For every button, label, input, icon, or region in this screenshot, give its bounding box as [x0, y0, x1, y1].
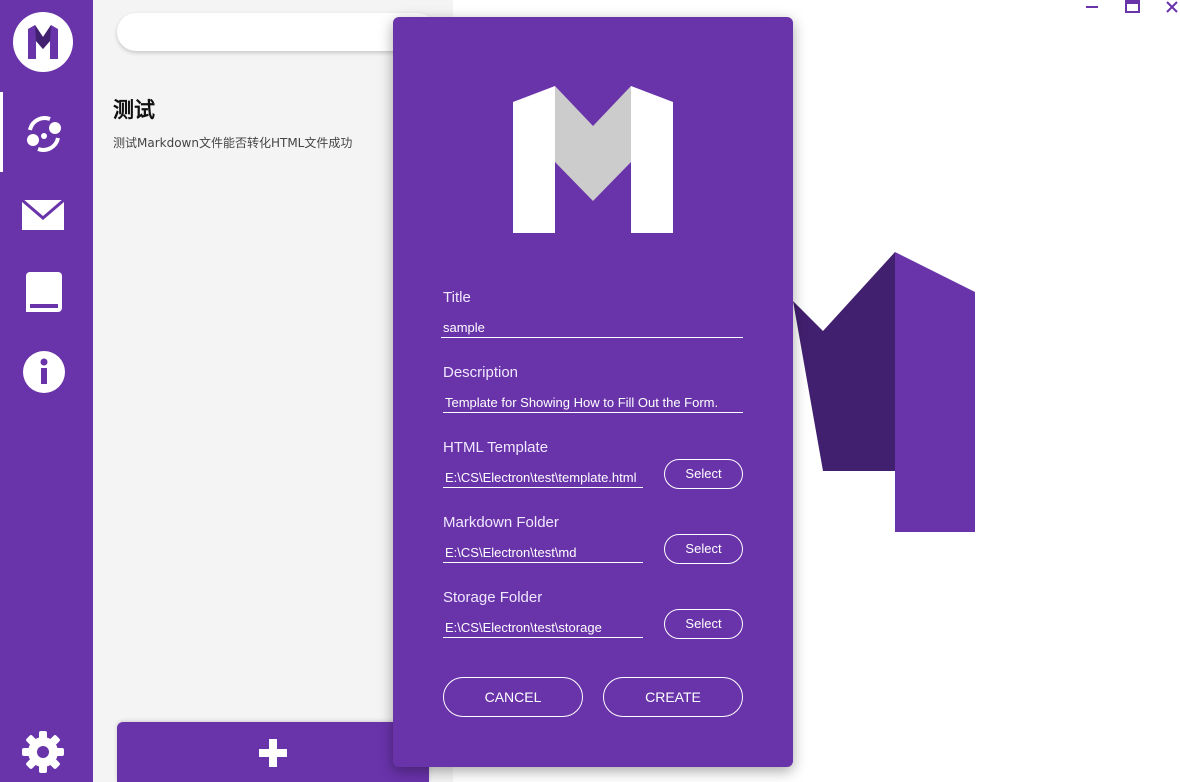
markdown-folder-label: Markdown Folder: [443, 514, 559, 531]
list-item-description: 测试Markdown文件能否转化HTML文件成功: [113, 136, 353, 150]
close-button[interactable]: [1165, 0, 1180, 14]
list-item-title: 测试: [113, 98, 155, 122]
html-template-field[interactable]: E:\CS\Electron\test\template.html: [443, 470, 643, 488]
close-icon: [1166, 1, 1178, 13]
add-button[interactable]: [117, 722, 429, 782]
plus-icon: [259, 739, 287, 767]
mail-icon: [22, 198, 64, 230]
create-project-dialog: Title sample Description Template for Sh…: [393, 17, 793, 767]
sidebar: [0, 0, 93, 782]
nav-item-sync[interactable]: [0, 92, 93, 172]
markdown-folder-field[interactable]: E:\CS\Electron\test\md: [443, 545, 643, 563]
create-button[interactable]: CREATE: [603, 677, 743, 717]
sync-icon: [27, 116, 61, 152]
nav-item-book[interactable]: [0, 252, 93, 332]
info-icon: [23, 351, 65, 393]
title-field[interactable]: sample: [441, 320, 743, 338]
app-logo-icon: [28, 25, 58, 59]
cancel-button[interactable]: CANCEL: [443, 677, 583, 717]
description-label: Description: [443, 364, 519, 381]
markdown-folder-select-button[interactable]: Select: [664, 534, 743, 564]
app-logo[interactable]: [13, 12, 73, 72]
search-input[interactable]: [135, 13, 419, 53]
settings-button[interactable]: [22, 731, 64, 778]
html-template-label: HTML Template: [443, 439, 549, 456]
description-field[interactable]: Template for Showing How to Fill Out the…: [443, 395, 743, 413]
dialog-logo-icon: [513, 86, 673, 233]
storage-folder-select-button[interactable]: Select: [664, 609, 743, 639]
nav-item-mail[interactable]: [0, 174, 93, 254]
nav-item-info[interactable]: [0, 330, 93, 410]
storage-folder-field[interactable]: E:\CS\Electron\test\storage: [443, 620, 643, 638]
maximize-button[interactable]: [1125, 0, 1145, 14]
html-template-select-button[interactable]: Select: [664, 459, 743, 489]
maximize-icon: [1125, 0, 1140, 13]
storage-folder-label: Storage Folder: [443, 589, 543, 606]
title-label: Title: [443, 289, 471, 306]
book-icon: [26, 272, 62, 312]
search-box[interactable]: [117, 13, 437, 53]
minimize-icon: [1086, 6, 1098, 8]
minimize-button[interactable]: [1085, 0, 1105, 14]
background-logo: [793, 252, 975, 532]
gear-icon: [22, 731, 64, 773]
